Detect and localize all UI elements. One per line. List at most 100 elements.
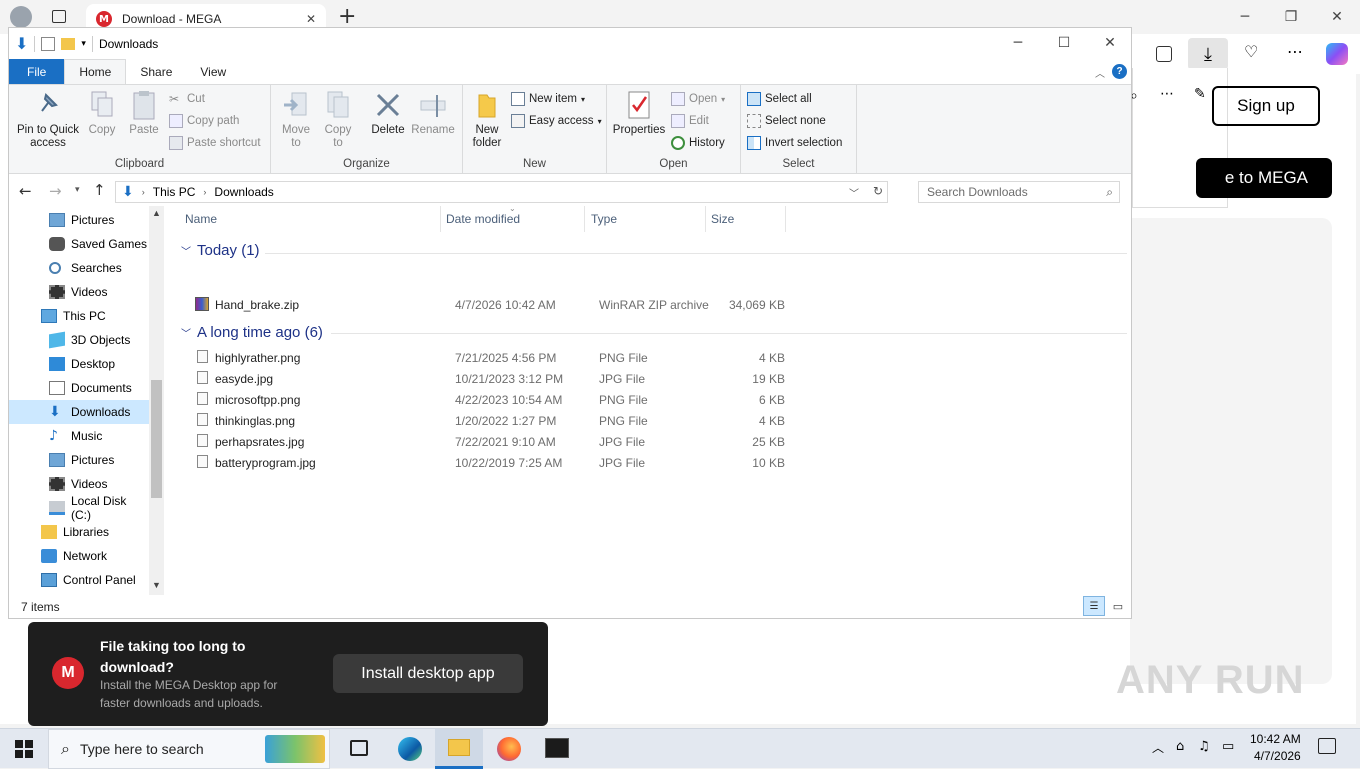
nav-item-network[interactable]: Network: [9, 544, 149, 568]
show-hidden-icons-icon[interactable]: ︿: [1152, 739, 1164, 756]
tab-view[interactable]: View: [186, 59, 240, 84]
quick-access-down-icon[interactable]: ⬇: [15, 34, 28, 53]
install-desktop-app-button[interactable]: Install desktop app: [333, 654, 523, 693]
address-dropdown-icon[interactable]: ﹀: [849, 185, 859, 200]
tab-file[interactable]: File: [9, 59, 65, 84]
paste-shortcut-button[interactable]: Paste shortcut: [169, 133, 261, 153]
customize-quick-access-icon[interactable]: ▾: [81, 38, 86, 49]
table-row[interactable]: thinkinglas.png 1/20/2022 1:27 PM PNG Fi…: [185, 411, 795, 432]
firefox-taskbar-icon[interactable]: [497, 737, 521, 761]
explorer-close-button[interactable]: ✕: [1087, 26, 1133, 60]
paste-button[interactable]: Paste: [129, 89, 159, 137]
file-explorer-taskbar-icon[interactable]: [435, 729, 483, 769]
collections-icon[interactable]: [1156, 46, 1172, 62]
browser-restore-button[interactable]: ❐: [1268, 0, 1314, 34]
explorer-minimize-button[interactable]: ─: [995, 26, 1041, 60]
collapse-ribbon-icon[interactable]: ︿: [1095, 65, 1105, 80]
table-row[interactable]: easyde.jpg 10/21/2023 3:12 PM JPG File 1…: [185, 369, 795, 390]
group-header-long-ago[interactable]: ﹀ A long time ago (6): [175, 324, 323, 341]
copy-path-button[interactable]: Copy path: [169, 111, 239, 131]
forward-arrow-icon[interactable]: →: [49, 182, 62, 200]
table-row[interactable]: batteryprogram.jpg 10/22/2019 7:25 AM JP…: [185, 453, 795, 474]
delete-button[interactable]: Delete: [371, 89, 405, 137]
table-row[interactable]: perhapsrates.jpg 7/22/2021 9:10 AM JPG F…: [185, 432, 795, 453]
nav-scrollbar[interactable]: ▲ ▼: [149, 206, 164, 595]
notification-center-icon[interactable]: [1318, 738, 1336, 754]
nav-item-pictures-2[interactable]: Pictures: [9, 448, 149, 472]
scroll-up-icon[interactable]: ▲: [152, 208, 161, 218]
new-item-button[interactable]: New item ▾: [511, 89, 585, 109]
nav-item-searches[interactable]: Searches: [9, 256, 149, 280]
copilot-icon[interactable]: [1326, 43, 1348, 65]
column-divider[interactable]: [440, 206, 441, 232]
move-to-button[interactable]: Move to: [279, 89, 313, 150]
browser-essentials-icon[interactable]: ♡: [1244, 42, 1258, 61]
nav-item-this-pc[interactable]: This PC: [9, 304, 149, 328]
network-status-icon[interactable]: ⌂: [1176, 739, 1184, 754]
nav-item-desktop[interactable]: Desktop: [9, 352, 149, 376]
tab-actions-icon[interactable]: [52, 10, 66, 23]
scroll-down-icon[interactable]: ▼: [152, 580, 161, 590]
table-row[interactable]: Hand_brake.zip 4/7/2026 10:42 AM WinRAR …: [185, 295, 795, 316]
profile-icon[interactable]: [10, 6, 32, 28]
nav-item-pictures[interactable]: Pictures: [9, 208, 149, 232]
easy-access-button[interactable]: Easy access ▾: [511, 111, 602, 131]
nav-item-libraries[interactable]: Libraries: [9, 520, 149, 544]
recent-locations-icon[interactable]: ▾: [75, 184, 80, 195]
nav-item-local-disk[interactable]: Local Disk (C:): [9, 494, 149, 522]
help-icon[interactable]: ?: [1112, 64, 1127, 79]
large-icons-view-button[interactable]: ▭: [1109, 596, 1127, 616]
properties-button[interactable]: Properties: [613, 89, 665, 137]
details-view-button[interactable]: ☰: [1083, 596, 1105, 616]
explorer-maximize-button[interactable]: ☐: [1041, 26, 1087, 60]
group-header-today[interactable]: ﹀ Today (1): [175, 242, 260, 259]
select-all-button[interactable]: Select all: [747, 89, 812, 109]
column-header-type[interactable]: Type: [591, 212, 617, 226]
nav-item-downloads[interactable]: ⬇ Downloads: [9, 400, 149, 424]
column-header-date[interactable]: Date modified: [446, 212, 520, 226]
clock-date[interactable]: 4/7/2026: [1254, 749, 1301, 763]
flyout-more-icon[interactable]: ⋯: [1160, 86, 1174, 102]
nav-item-music[interactable]: ♪ Music: [9, 424, 149, 448]
address-input[interactable]: ⬇ › This PC › Downloads ﹀ ↻: [115, 181, 888, 203]
nav-item-videos-2[interactable]: Videos: [9, 472, 149, 496]
browser-minimize-button[interactable]: ─: [1222, 0, 1268, 34]
breadcrumb-separator-icon[interactable]: ›: [203, 187, 206, 197]
volume-icon[interactable]: ♫: [1198, 739, 1210, 754]
search-input[interactable]: Search Downloads ⌕: [918, 181, 1120, 203]
group-collapse-icon[interactable]: ﹀: [181, 243, 191, 258]
table-row[interactable]: microsoftpp.png 4/22/2023 10:54 AM PNG F…: [185, 390, 795, 411]
column-divider[interactable]: [785, 206, 786, 232]
invert-selection-button[interactable]: Invert selection: [747, 133, 842, 153]
up-arrow-icon[interactable]: ↑: [93, 181, 106, 199]
breadcrumb-separator-icon[interactable]: ›: [142, 187, 145, 197]
input-indicator-icon[interactable]: ▭: [1222, 739, 1234, 754]
cut-button[interactable]: ✂ Cut: [169, 89, 205, 109]
new-folder-quick-icon[interactable]: [61, 37, 76, 50]
pin-quick-access-button[interactable]: Pin to Quick access: [13, 89, 83, 150]
mega-cta-button[interactable]: e to MEGA: [1196, 158, 1332, 198]
tab-share[interactable]: Share: [126, 59, 186, 84]
scroll-thumb[interactable]: [151, 380, 162, 498]
new-tab-button[interactable]: +: [338, 4, 356, 29]
group-collapse-icon[interactable]: ﹀: [181, 325, 191, 340]
clock-time[interactable]: 10:42 AM: [1250, 732, 1301, 746]
breadcrumb-this-pc[interactable]: This PC: [153, 185, 196, 199]
taskbar-search-box[interactable]: ⌕ Type here to search: [48, 729, 330, 769]
start-button[interactable]: [0, 729, 48, 769]
tab-home[interactable]: Home: [64, 59, 127, 84]
copy-to-button[interactable]: Copy to: [321, 89, 355, 150]
history-button[interactable]: History: [671, 133, 725, 153]
rename-button[interactable]: Rename: [411, 89, 455, 137]
table-row[interactable]: highlyrather.png 7/21/2025 4:56 PM PNG F…: [185, 348, 795, 369]
downloads-icon[interactable]: ⤓: [1188, 38, 1228, 70]
breadcrumb-downloads[interactable]: Downloads: [214, 185, 273, 199]
column-divider[interactable]: [705, 206, 706, 232]
open-button[interactable]: Open ▾: [671, 89, 725, 109]
select-none-button[interactable]: Select none: [747, 111, 826, 131]
nav-item-control-panel[interactable]: Control Panel: [9, 568, 149, 592]
signup-button[interactable]: Sign up: [1212, 86, 1320, 126]
task-view-icon[interactable]: [350, 740, 368, 756]
flyout-pin-icon[interactable]: ✎: [1194, 86, 1206, 102]
edit-button[interactable]: Edit: [671, 111, 709, 131]
